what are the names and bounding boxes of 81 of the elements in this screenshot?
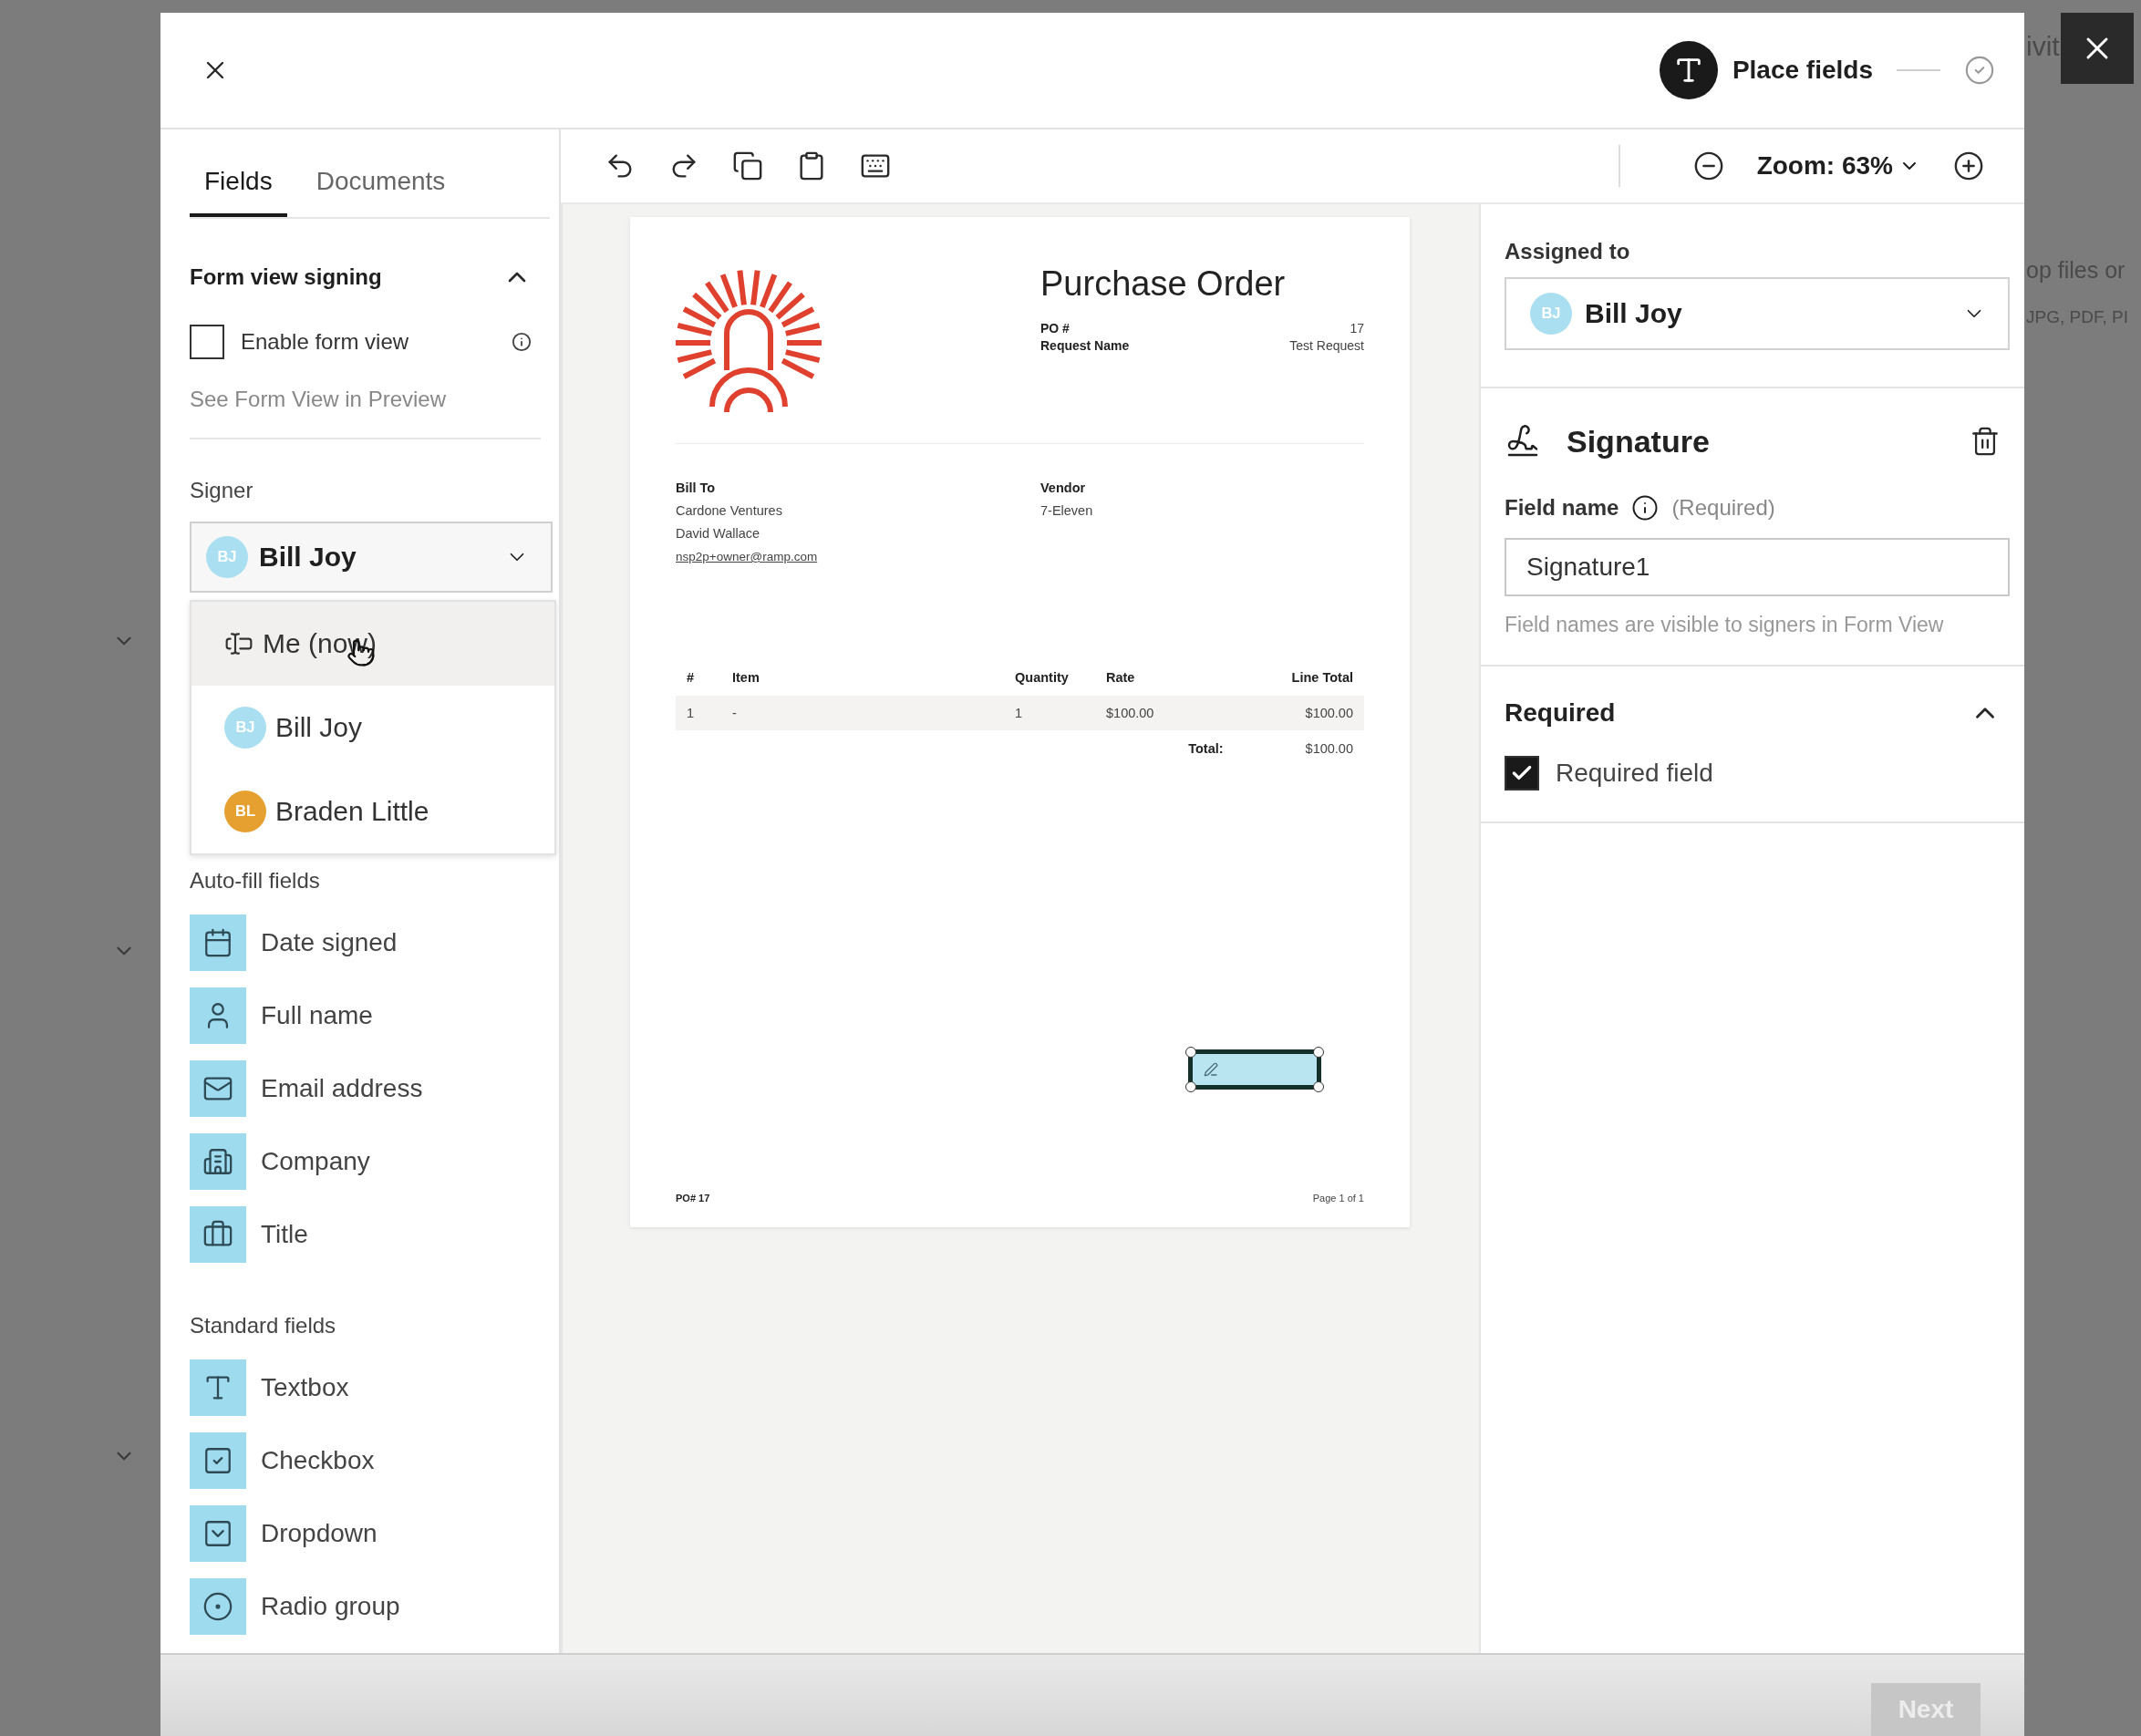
avatar: BJ bbox=[206, 536, 248, 578]
address-heading: Vendor bbox=[1040, 480, 1087, 497]
field-type-item[interactable]: Title bbox=[190, 1198, 550, 1271]
column-header: Quantity bbox=[1015, 670, 1070, 685]
meta-label: PO # bbox=[1040, 320, 1070, 337]
table-cell-text: $100.00 bbox=[1106, 706, 1155, 720]
copy-button[interactable] bbox=[732, 150, 763, 181]
radio-icon bbox=[202, 1591, 233, 1622]
delete-button[interactable] bbox=[1970, 426, 2001, 457]
checkbox-label: Required field bbox=[1556, 759, 1713, 788]
page-number: Page 1 of 1 bbox=[1312, 1193, 1364, 1204]
pen-icon bbox=[1204, 1062, 1218, 1077]
close-button[interactable] bbox=[2061, 13, 2134, 84]
resize-handle[interactable] bbox=[1313, 1081, 1324, 1092]
info-icon[interactable] bbox=[1631, 494, 1660, 522]
section-label: Standard fields bbox=[190, 1313, 337, 1338]
column-header: Rate bbox=[1106, 670, 1136, 685]
section-title: Required bbox=[1505, 698, 1616, 728]
checkbox[interactable] bbox=[1505, 756, 1539, 790]
field-type-item[interactable]: Textbox bbox=[190, 1351, 550, 1424]
address-line: David Wallace bbox=[676, 525, 761, 542]
total-label: Total: bbox=[1188, 741, 1224, 756]
address-line: Cardone Ventures bbox=[676, 502, 783, 520]
preview-link[interactable]: See Form View in Preview bbox=[190, 387, 446, 411]
checkbox-icon bbox=[202, 1445, 233, 1476]
menu-item[interactable]: BL Braden Little bbox=[191, 770, 554, 853]
column-header: # bbox=[687, 670, 696, 685]
page-footer-text: PO# 17 bbox=[676, 1193, 710, 1204]
zoom-out-button[interactable] bbox=[1692, 150, 1724, 181]
calendar-icon bbox=[202, 927, 233, 958]
step-label: Place fields bbox=[1732, 56, 1873, 85]
field-type-item[interactable]: Email address bbox=[190, 1052, 550, 1125]
zoom-in-button[interactable] bbox=[1953, 150, 1984, 181]
building-icon bbox=[202, 1146, 233, 1177]
section-label: Auto-fill fields bbox=[190, 868, 321, 894]
menu-item[interactable]: BJ Bill Joy bbox=[191, 686, 554, 770]
dropdown-icon bbox=[202, 1518, 233, 1549]
column-header: Item bbox=[732, 670, 760, 685]
checkbox-label: Enable form view bbox=[241, 329, 409, 355]
assigned-label: Assigned to bbox=[1505, 239, 1631, 264]
resize-handle[interactable] bbox=[1185, 1047, 1196, 1058]
meta-value: 17 bbox=[1350, 320, 1364, 337]
address-line: 7-Eleven bbox=[1040, 502, 1094, 520]
signer-label: Signer bbox=[190, 478, 254, 503]
table-cell-text: 1 bbox=[687, 706, 696, 720]
column-header: Line Total bbox=[1290, 670, 1353, 685]
avatar: BJ bbox=[224, 707, 266, 749]
resize-handle[interactable] bbox=[1313, 1047, 1324, 1058]
table-cell-text: 1 bbox=[1015, 706, 1024, 720]
required-hint: (Required) bbox=[1671, 495, 1775, 521]
address-heading: Bill To bbox=[676, 480, 717, 497]
zoom-dropdown[interactable]: Zoom: 63% bbox=[1756, 151, 1920, 181]
field-name-input[interactable]: Signature1 bbox=[1505, 538, 2010, 596]
resize-handle[interactable] bbox=[1185, 1081, 1196, 1092]
assignee-select[interactable]: BJ Bill Joy bbox=[1505, 277, 2010, 350]
document-title: Purchase Order bbox=[1040, 264, 1287, 304]
tab[interactable]: Documents bbox=[301, 129, 460, 217]
field-type-title: Signature bbox=[1567, 423, 1710, 460]
field-type-item[interactable]: Checkbox bbox=[190, 1424, 550, 1497]
check-circle-icon bbox=[1964, 55, 1995, 86]
avatar: BJ bbox=[1530, 293, 1572, 335]
signer-select[interactable]: BJ Bill Joy bbox=[190, 522, 553, 593]
field-type-item[interactable]: Date signed bbox=[190, 906, 550, 979]
helper-text: Field names are visible to signers in Form View bbox=[1505, 613, 1945, 637]
field-type-item[interactable]: Radio group bbox=[190, 1570, 550, 1643]
field-type-item[interactable]: Dropdown bbox=[190, 1497, 550, 1570]
email-link[interactable]: nsp2p+owner@ramp.com bbox=[676, 545, 1040, 568]
table-cell-text: - bbox=[732, 706, 738, 720]
section-title: Form view signing bbox=[190, 264, 382, 290]
signature-field[interactable] bbox=[1188, 1049, 1321, 1090]
avatar: BL bbox=[224, 790, 266, 832]
field-type-item[interactable]: Company bbox=[190, 1125, 550, 1198]
meta-value: Test Request bbox=[1289, 337, 1364, 355]
checkbox[interactable] bbox=[190, 325, 224, 359]
field-type-item[interactable]: Full name bbox=[190, 979, 550, 1052]
info-icon[interactable] bbox=[512, 332, 532, 352]
field-name-label: Field name bbox=[1505, 495, 1619, 521]
meta-label: Request Name bbox=[1040, 337, 1130, 355]
table-cell-text: $100.00 bbox=[1304, 706, 1353, 720]
tab[interactable]: Fields bbox=[190, 129, 287, 217]
total-value: $100.00 bbox=[1305, 741, 1353, 756]
